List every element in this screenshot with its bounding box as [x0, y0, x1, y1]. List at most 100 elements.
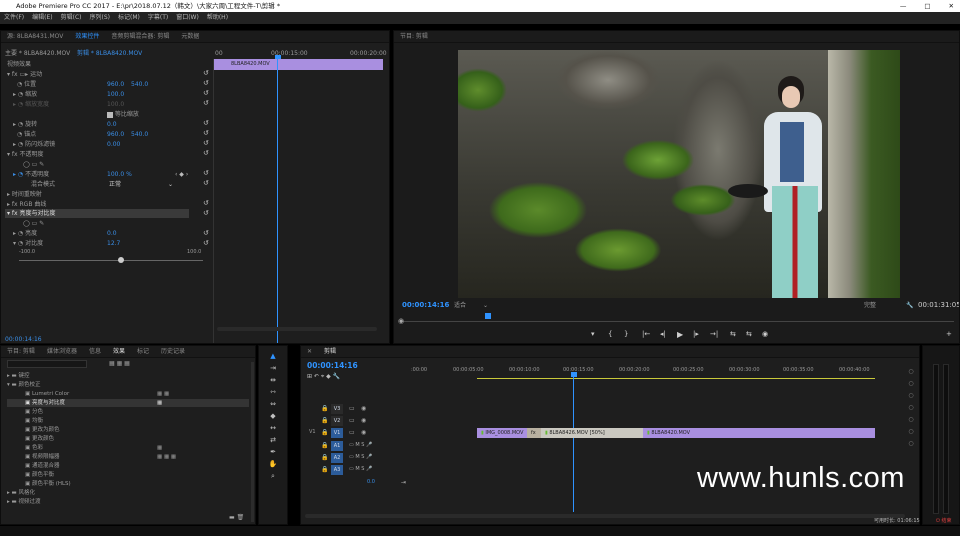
tab-audio-mixer[interactable]: 音频剪辑混合器: 剪辑: [111, 31, 169, 42]
blend-reset-icon[interactable]: ↺: [203, 179, 209, 187]
antiflicker-value[interactable]: 0.00: [107, 140, 120, 149]
tab-effects[interactable]: 效果: [113, 346, 125, 357]
track-label-a3[interactable]: A3: [331, 465, 343, 475]
list-item[interactable]: ▣ 均衡: [7, 417, 249, 425]
program-playhead-handle[interactable]: [485, 313, 491, 319]
opacity-value-reset-icon[interactable]: ↺: [203, 169, 209, 177]
source-patch-v1[interactable]: V1: [309, 429, 316, 435]
eye-icon[interactable]: ◉: [361, 417, 366, 424]
stopwatch-icon[interactable]: ▸ ◔: [13, 171, 25, 178]
scale-width-reset-icon[interactable]: ↺: [203, 99, 209, 107]
mark-out-button[interactable]: }: [624, 330, 628, 339]
ec-zoom-scrollbar[interactable]: [217, 327, 377, 331]
contrast-value[interactable]: 12.7: [107, 239, 120, 248]
zoom-tool-icon[interactable]: ⌕: [268, 471, 278, 481]
sync-lock-icon[interactable]: ▭: [349, 417, 355, 424]
rotation-value[interactable]: 0.0: [107, 120, 117, 129]
list-item[interactable]: ▣ 亮度与对比度 ▦: [7, 399, 249, 407]
maximize-button[interactable]: □: [924, 0, 930, 12]
export-frame-button[interactable]: ◉: [762, 330, 768, 339]
timeline-tab[interactable]: 剪辑: [324, 346, 336, 357]
ec-clip-bar[interactable]: 8LBA8420.MOV: [213, 59, 383, 70]
track-select-tool-icon[interactable]: ⇥: [268, 363, 278, 373]
anchor-x-value[interactable]: 960.0: [107, 130, 124, 139]
pen-mask-icon[interactable]: ✎: [39, 220, 44, 227]
lock-icon[interactable]: 🔒: [321, 417, 328, 424]
quality-select[interactable]: 完整: [864, 301, 882, 310]
step-back-button[interactable]: ◂|: [660, 330, 666, 339]
brightness-contrast-reset-icon[interactable]: ↺: [203, 209, 209, 217]
step-forward-button[interactable]: |▸: [693, 330, 699, 339]
menu-window[interactable]: 窗口(W): [176, 12, 199, 24]
accelerated-filter-icons[interactable]: ▦ ▦ ▦: [109, 360, 130, 367]
blend-mode-select[interactable]: 正常 ⌄: [109, 180, 173, 189]
list-item[interactable]: ▣ 颜色平衡 (HLS): [7, 480, 249, 488]
new-bin-icon[interactable]: ▬ 🗑: [229, 514, 244, 521]
uniform-scale-row[interactable]: 等比缩放: [107, 110, 139, 119]
tab-media-browser[interactable]: 媒体浏览器: [47, 346, 77, 357]
stopwatch-icon[interactable]: ▾ ◔: [13, 240, 25, 247]
opacity-reset-icon[interactable]: ↺: [203, 149, 209, 157]
antiflicker-reset-icon[interactable]: ↺: [203, 139, 209, 147]
transition-clip[interactable]: fx: [527, 428, 541, 438]
list-item[interactable]: ▸ ▬ 风格化: [7, 489, 249, 497]
motion-row[interactable]: ▾ fx ▭▸ 运动: [7, 70, 42, 79]
ripple-edit-tool-icon[interactable]: ⇹: [268, 375, 278, 385]
extract-button[interactable]: ⇆: [746, 330, 752, 339]
clip-img-0008[interactable]: ▮ IMG_0008.MOV: [477, 428, 529, 438]
list-item[interactable]: ▣ Lumetri Color ▦ ▦: [7, 390, 249, 398]
hand-tool-icon[interactable]: ✋: [268, 459, 278, 469]
ec-playhead-handle[interactable]: [275, 55, 281, 59]
stopwatch-icon[interactable]: ▸ ◔: [13, 141, 25, 148]
selection-tool-icon[interactable]: ▲: [268, 351, 278, 361]
rgb-curves-reset-icon[interactable]: ↺: [203, 199, 209, 207]
stopwatch-icon[interactable]: ▸ ◔: [13, 121, 25, 128]
brightness-reset-icon[interactable]: ↺: [203, 229, 209, 237]
menu-edit[interactable]: 编辑(E): [32, 12, 52, 24]
scale-reset-icon[interactable]: ↺: [203, 89, 209, 97]
clip-8lba8426[interactable]: ▮ 8LBA8426.MOV [50%]: [541, 428, 643, 438]
program-tab[interactable]: 节目: 剪辑: [400, 31, 428, 42]
mute-solo-icons[interactable]: ▭ M S 🎤: [349, 454, 372, 460]
pen-mask-icon[interactable]: ✎: [39, 161, 44, 168]
timeline-timecode[interactable]: 00:00:14:16: [307, 361, 358, 370]
program-timecode[interactable]: 00:00:14:16: [402, 301, 449, 310]
rate-stretch-tool-icon[interactable]: ⇔: [268, 399, 278, 409]
tab-source[interactable]: 源: 8LBA8431.MOV: [7, 31, 63, 42]
track-label-a1[interactable]: A1: [331, 441, 343, 451]
position-x-value[interactable]: 960.0: [107, 80, 124, 89]
master-clip-label[interactable]: 主要 * 8LBA8420.MOV: [5, 49, 70, 58]
lock-icon[interactable]: 🔒: [321, 405, 328, 412]
work-area-bar[interactable]: [477, 378, 875, 379]
settings-icon[interactable]: 🔧: [906, 301, 913, 310]
brightness-value[interactable]: 0.0: [107, 229, 117, 238]
lock-icon[interactable]: 🔒: [321, 442, 328, 449]
timeline-vertical-controls[interactable]: ○ ○ ○ ○ ○ ○ ○: [907, 366, 915, 516]
track-label-v2[interactable]: V2: [331, 416, 343, 426]
mute-solo-icons[interactable]: ▭ M S 🎤: [349, 466, 372, 472]
anchor-y-value[interactable]: 540.0: [131, 130, 148, 139]
fit-select[interactable]: 适合 ⌄: [454, 301, 488, 310]
rgb-curves-row[interactable]: ▸ fx RGB 曲线: [7, 200, 46, 209]
menu-sequence[interactable]: 序列(S): [90, 12, 111, 24]
list-item[interactable]: ▣ 视频限幅器 ▦ ▦ ▦: [7, 453, 249, 461]
timeline-close-icon[interactable]: ✕: [307, 346, 312, 357]
menu-file[interactable]: 文件(F): [4, 12, 24, 24]
add-button-icon[interactable]: +: [946, 330, 952, 339]
program-scrub-bar[interactable]: [400, 321, 954, 322]
ec-playhead[interactable]: [277, 57, 278, 343]
contrast-slider-thumb[interactable]: [118, 257, 124, 263]
contrast-reset-icon[interactable]: ↺: [203, 239, 209, 247]
slip-tool-icon[interactable]: ↔: [268, 423, 278, 433]
stopwatch-icon[interactable]: ▸ ◔: [13, 230, 25, 237]
mark-in-button[interactable]: {: [608, 330, 612, 339]
menu-help[interactable]: 帮助(H): [207, 12, 228, 24]
lock-icon[interactable]: 🔒: [321, 466, 328, 473]
tab-markers[interactable]: 标记: [137, 346, 149, 357]
close-button[interactable]: ✕: [949, 0, 954, 12]
list-item[interactable]: ▣ 色彩 ▦: [7, 444, 249, 452]
menu-marker[interactable]: 标记(M): [118, 12, 140, 24]
position-reset-icon[interactable]: ↺: [203, 79, 209, 87]
timeline-playhead[interactable]: [573, 376, 574, 512]
menu-title[interactable]: 字幕(T): [148, 12, 168, 24]
